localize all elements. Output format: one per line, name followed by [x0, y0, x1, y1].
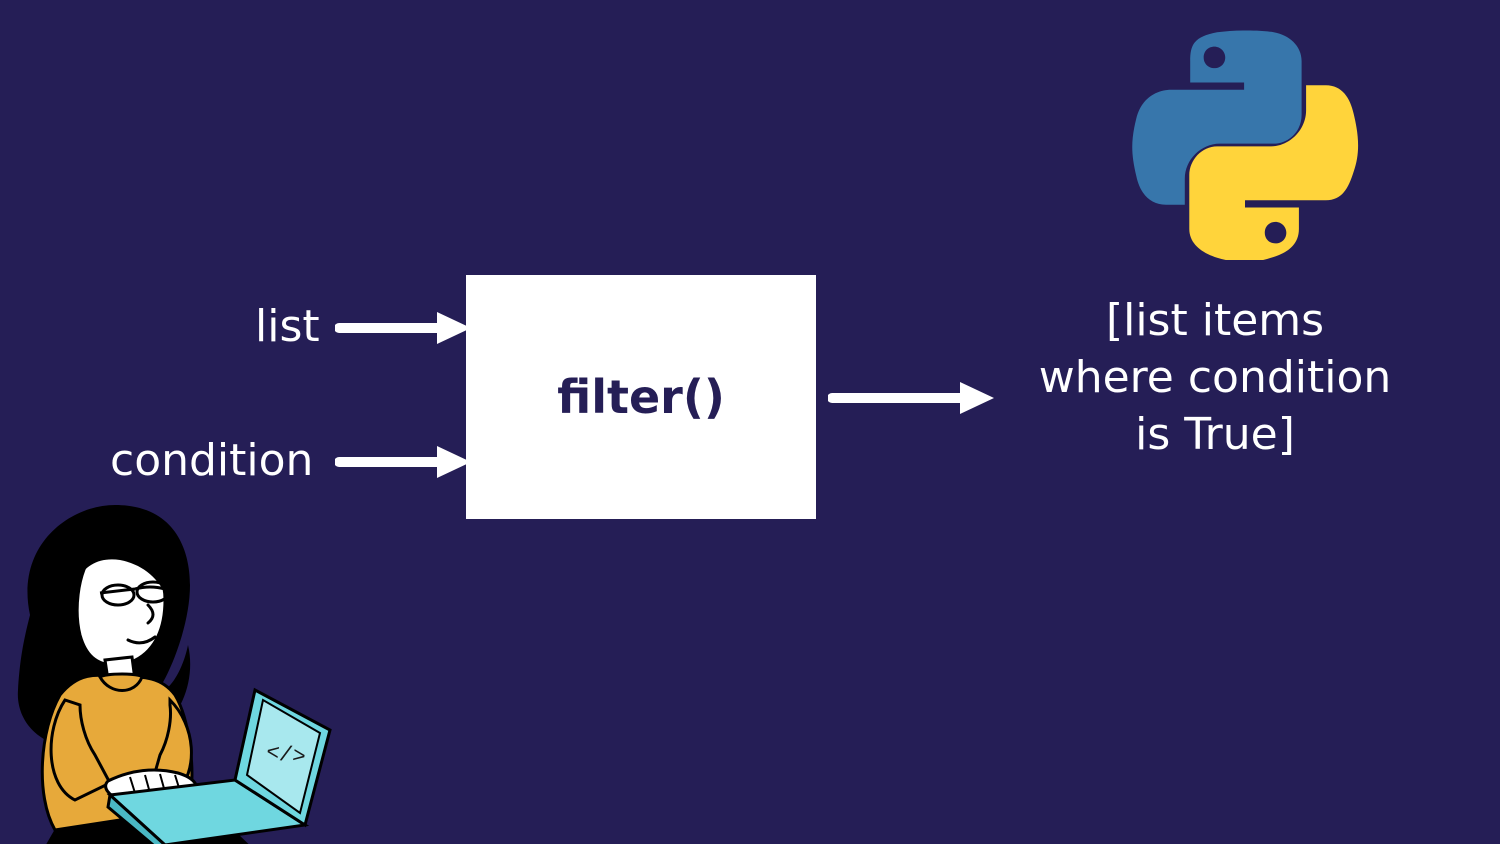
- diagram-stage: list condition filter() [list items wher…: [0, 0, 1500, 844]
- input-label-list: list: [255, 298, 320, 355]
- arrow-condition-to-filter: [335, 442, 475, 482]
- output-line-3: is True]: [1000, 406, 1430, 463]
- filter-function-box: filter(): [466, 275, 816, 519]
- programmer-illustration-icon: </>: [0, 495, 360, 844]
- arrow-filter-to-output: [828, 378, 998, 418]
- filter-box-label: filter(): [557, 370, 725, 424]
- output-line-1: [list items: [1000, 292, 1430, 349]
- output-line-2: where condition: [1000, 349, 1430, 406]
- python-logo-icon: [1130, 30, 1360, 260]
- output-description: [list items where condition is True]: [1000, 292, 1430, 464]
- arrow-list-to-filter: [335, 308, 475, 348]
- input-label-condition: condition: [110, 432, 313, 489]
